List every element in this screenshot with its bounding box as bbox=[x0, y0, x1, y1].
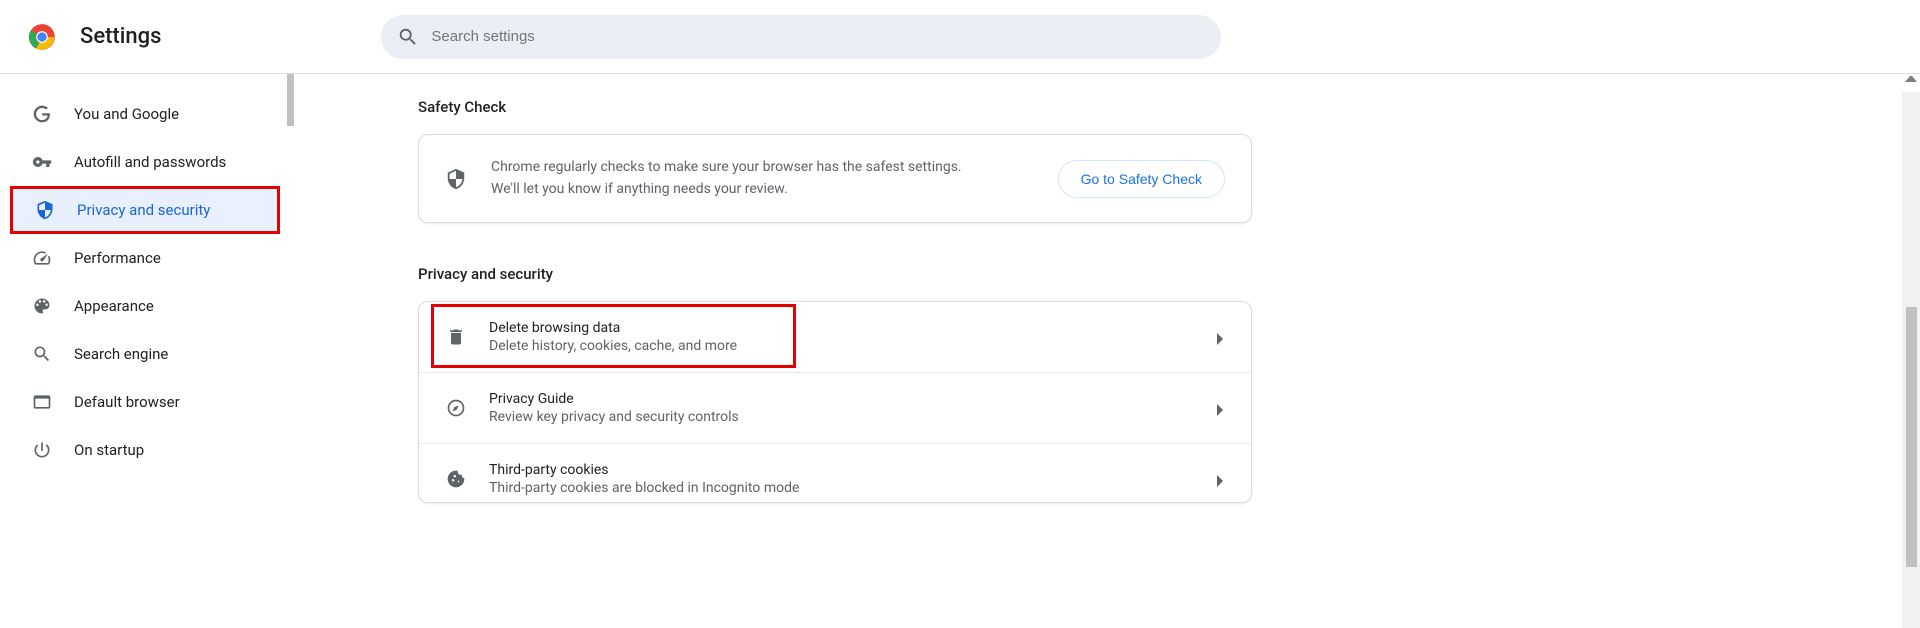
sidebar-item-appearance[interactable]: Appearance bbox=[0, 282, 280, 330]
safety-check-text: Chrome regularly checks to make sure you… bbox=[491, 157, 1058, 200]
trash-icon bbox=[445, 327, 467, 347]
scrollbar-arrow-up-icon[interactable] bbox=[1905, 76, 1917, 88]
sidebar-item-label: You and Google bbox=[74, 105, 179, 123]
search-input[interactable] bbox=[431, 28, 1205, 45]
sidebar-item-label: Autofill and passwords bbox=[74, 153, 226, 171]
chevron-right-icon bbox=[1217, 404, 1225, 412]
sidebar-item-default-browser[interactable]: Default browser bbox=[0, 378, 280, 426]
sidebar-item-you-and-google[interactable]: You and Google bbox=[0, 90, 280, 138]
row-title: Privacy Guide bbox=[489, 391, 1217, 407]
chevron-right-icon bbox=[1217, 333, 1225, 341]
row-subtitle: Review key privacy and security controls bbox=[489, 409, 1217, 425]
sidebar-item-label: Privacy and security bbox=[77, 201, 210, 219]
page-title: Settings bbox=[80, 24, 161, 49]
speedometer-icon bbox=[30, 248, 54, 268]
chevron-right-icon bbox=[1217, 475, 1225, 483]
shield-icon bbox=[33, 200, 57, 220]
shield-icon bbox=[445, 168, 467, 190]
row-privacy-guide[interactable]: Privacy Guide Review key privacy and sec… bbox=[419, 373, 1251, 444]
go-to-safety-check-button[interactable]: Go to Safety Check bbox=[1058, 160, 1225, 198]
sidebar-item-autofill[interactable]: Autofill and passwords bbox=[0, 138, 280, 186]
safety-check-card: Chrome regularly checks to make sure you… bbox=[418, 134, 1252, 223]
search-icon bbox=[397, 26, 419, 48]
scrollbar-thumb[interactable] bbox=[287, 74, 294, 126]
sidebar: You and Google Autofill and passwords Pr… bbox=[0, 74, 298, 628]
top-bar: Settings bbox=[0, 0, 1920, 74]
sidebar-item-privacy-security[interactable]: Privacy and security bbox=[10, 186, 280, 234]
row-delete-browsing-data[interactable]: Delete browsing data Delete history, coo… bbox=[419, 302, 1251, 373]
sidebar-item-on-startup[interactable]: On startup bbox=[0, 426, 280, 474]
sidebar-item-label: Performance bbox=[74, 249, 161, 267]
privacy-security-heading: Privacy and security bbox=[418, 265, 1920, 283]
row-subtitle: Delete history, cookies, cache, and more bbox=[489, 338, 1217, 354]
google-g-icon bbox=[30, 104, 54, 124]
privacy-list-card: Delete browsing data Delete history, coo… bbox=[418, 301, 1252, 503]
scrollbar-track[interactable] bbox=[1902, 92, 1920, 628]
sidebar-item-label: Search engine bbox=[74, 345, 168, 363]
chrome-logo-icon bbox=[28, 23, 56, 51]
power-icon bbox=[30, 440, 54, 460]
sidebar-item-label: Default browser bbox=[74, 393, 180, 411]
compass-icon bbox=[445, 398, 467, 418]
row-title: Third-party cookies bbox=[489, 462, 1217, 478]
main-panel: Safety Check Chrome regularly checks to … bbox=[298, 74, 1920, 628]
row-third-party-cookies[interactable]: Third-party cookies Third-party cookies … bbox=[419, 444, 1251, 502]
browser-window-icon bbox=[30, 392, 54, 412]
search-icon bbox=[30, 344, 54, 364]
scrollbar-thumb[interactable] bbox=[1906, 307, 1917, 567]
sidebar-item-label: On startup bbox=[74, 441, 144, 459]
row-title: Delete browsing data bbox=[489, 320, 1217, 336]
palette-icon bbox=[30, 296, 54, 316]
key-icon bbox=[30, 152, 54, 172]
cookie-icon bbox=[445, 469, 467, 489]
row-subtitle: Third-party cookies are blocked in Incog… bbox=[489, 480, 1217, 496]
sidebar-item-label: Appearance bbox=[74, 297, 154, 315]
sidebar-scrollbar[interactable] bbox=[286, 74, 298, 628]
main-scrollbar[interactable] bbox=[1902, 74, 1920, 628]
safety-check-heading: Safety Check bbox=[418, 98, 1920, 116]
sidebar-item-performance[interactable]: Performance bbox=[0, 234, 280, 282]
sidebar-item-search-engine[interactable]: Search engine bbox=[0, 330, 280, 378]
search-box[interactable] bbox=[381, 15, 1221, 59]
